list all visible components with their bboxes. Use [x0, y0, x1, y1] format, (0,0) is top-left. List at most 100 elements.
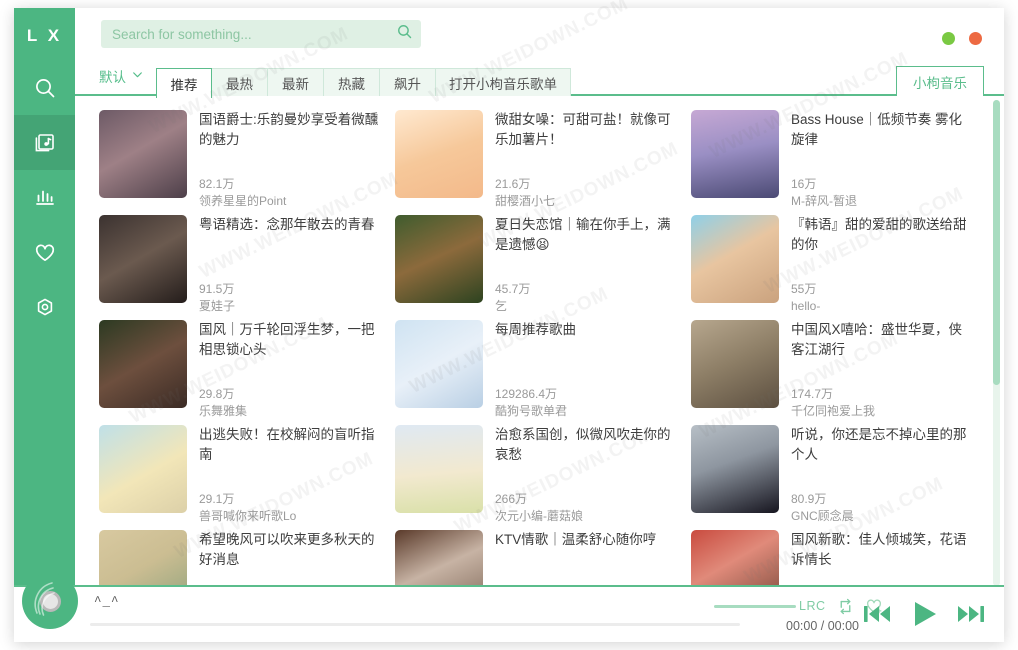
playlist-author: 千亿同袍爱上我	[791, 403, 975, 420]
playlist-title[interactable]: 微甜女噪：可甜可盐！就像可乐加薯片！	[495, 110, 679, 150]
now-playing-title: ^_^	[94, 595, 120, 609]
playlist-cover-image	[99, 425, 187, 513]
playlist-title[interactable]: 出逃失败！在校解闷的盲听指南	[199, 425, 383, 465]
app-logo: L X	[14, 12, 75, 60]
playlist-title[interactable]: 夏日失恋馆｜输在你手上，满是遗憾😫	[495, 215, 679, 255]
sidebar-item-search[interactable]	[14, 60, 75, 115]
search-input[interactable]	[112, 27, 396, 42]
playlist-info: 希望晚风可以吹来更多秋天的好消息	[187, 530, 383, 588]
playlist-author: 酷狗号歌单君	[495, 403, 679, 420]
sort-label: 默认	[99, 66, 126, 86]
playlist-card[interactable]: 每周推荐歌曲 129286.4万酷狗号歌单君	[395, 320, 691, 423]
repeat-icon[interactable]	[837, 598, 854, 615]
playlist-author: 甜樱酒小七	[495, 193, 679, 210]
playlist-title[interactable]: KTV情歌｜温柔舒心随你哼	[495, 530, 679, 550]
playlist-title[interactable]: 中国风X嘻哈：盛世华夏，侠客江湖行	[791, 320, 975, 360]
tab-1[interactable]: 最热	[212, 68, 268, 96]
playlist-card[interactable]: 出逃失败！在校解闷的盲听指南29.1万兽哥喊你来听歌Lo	[99, 425, 395, 528]
playlist-cover-image	[395, 215, 483, 303]
search-bar[interactable]	[101, 20, 421, 48]
sidebar-item-settings[interactable]	[14, 280, 75, 335]
playlist-cover-image	[99, 110, 187, 198]
playlist-card[interactable]: 夏日失恋馆｜输在你手上，满是遗憾😫 45.7万乞	[395, 215, 691, 318]
playlist-cover-image	[395, 530, 483, 588]
tab-source-xiaogou[interactable]: 小枸音乐	[896, 66, 984, 96]
playlist-info: KTV情歌｜温柔舒心随你哼	[483, 530, 679, 588]
playlist-author: 领养星星的Point	[199, 193, 383, 210]
scrollbar-track[interactable]	[993, 100, 1000, 586]
app-window: L X	[0, 0, 1018, 650]
playlist-card[interactable]: 中国风X嘻哈：盛世华夏，侠客江湖行 174.7万千亿同袍爱上我	[691, 320, 987, 423]
tab-strip: 默认 推荐最热最新热藏飙升打开小枸音乐歌单 小枸音乐	[75, 58, 1004, 96]
playlist-card[interactable]: 粤语精选：念那年散去的青春91.5万夏娃子	[99, 215, 395, 318]
sidebar-item-favorites[interactable]	[14, 225, 75, 280]
playlist-info: 国风新歌：佳人倾城笑，花语诉情长	[779, 530, 975, 588]
playlist-title[interactable]: 每周推荐歌曲	[495, 320, 679, 340]
tab-2[interactable]: 最新	[268, 68, 324, 96]
tab-4[interactable]: 飙升	[380, 68, 436, 96]
playlist-play-count: 129286.4万	[495, 386, 679, 403]
tab-list: 默认 推荐最热最新热藏飙升打开小枸音乐歌单	[95, 58, 571, 96]
playlist-grid: 国语爵士:乐韵曼妙享受着微醺的魅力 82.1万领养星星的Point 微甜女噪：可甜可…	[75, 98, 987, 588]
playlist-author: hello-	[791, 298, 975, 315]
playlist-title[interactable]: 治愈系国创，似微风吹走你的哀愁	[495, 425, 679, 465]
playlist-card[interactable]: Bass House｜低频节奏 雾化旋律 16万M-辞风-暂退	[691, 110, 987, 213]
player-transport-controls	[862, 599, 986, 629]
playlist-play-count: 174.7万	[791, 386, 975, 403]
sidebar: L X	[14, 8, 75, 642]
previous-track-icon[interactable]	[862, 601, 892, 627]
sidebar-item-ranking[interactable]	[14, 170, 75, 225]
playlist-title[interactable]: 国风新歌：佳人倾城笑，花语诉情长	[791, 530, 975, 570]
playlist-title[interactable]: 粤语精选：念那年散去的青春	[199, 215, 383, 235]
playlist-author: 乞	[495, 298, 679, 315]
playlist-play-count: 29.1万	[199, 491, 383, 508]
playlist-card[interactable]: 听说，你还是忘不掉心里的那个人80.9万GNC顾念晨	[691, 425, 987, 528]
playlist-author: M-辞风-暂退	[791, 193, 975, 210]
lrc-toggle-button[interactable]: LRC	[799, 599, 826, 613]
playlist-card[interactable]: 国语爵士:乐韵曼妙享受着微醺的魅力 82.1万领养星星的Point	[99, 110, 395, 213]
playlist-play-count: 45.7万	[495, 281, 679, 298]
favorites-heart-icon	[33, 241, 57, 265]
playlist-title[interactable]: 『韩语』甜的爱甜的歌送给甜的你	[791, 215, 975, 255]
playlist-play-count: 82.1万	[199, 176, 383, 193]
playlist-info: 『韩语』甜的爱甜的歌送给甜的你 55万 hello-	[779, 215, 975, 318]
ranking-chart-icon	[33, 186, 57, 210]
tab-5[interactable]: 打开小枸音乐歌单	[436, 68, 571, 96]
playlist-card[interactable]: 治愈系国创，似微风吹走你的哀愁266万次元小编-蘑菇娘	[395, 425, 691, 528]
volume-slider[interactable]	[714, 605, 796, 608]
playlist-play-count: 16万	[791, 176, 975, 193]
playlist-info: 每周推荐歌曲 129286.4万酷狗号歌单君	[483, 320, 679, 423]
play-icon[interactable]	[909, 599, 939, 629]
playlist-info: Bass House｜低频节奏 雾化旋律 16万M-辞风-暂退	[779, 110, 975, 213]
minimize-button[interactable]	[942, 32, 955, 45]
playlist-title[interactable]: 国风｜万千轮回浮生梦，一把相思锁心头	[199, 320, 383, 360]
next-track-icon[interactable]	[956, 601, 986, 627]
playlist-play-count: 55万	[791, 281, 975, 298]
playlist-info: 国语爵士:乐韵曼妙享受着微醺的魅力 82.1万领养星星的Point	[187, 110, 383, 213]
playlist-info: 治愈系国创，似微风吹走你的哀愁266万次元小编-蘑菇娘	[483, 425, 679, 528]
tab-3[interactable]: 热藏	[324, 68, 380, 96]
playlist-cover-image	[99, 530, 187, 588]
playlist-card[interactable]: 希望晚风可以吹来更多秋天的好消息	[99, 530, 395, 588]
playlist-card[interactable]: 微甜女噪：可甜可盐！就像可乐加薯片！21.6万甜樱酒小七	[395, 110, 691, 213]
playlist-title[interactable]: 希望晚风可以吹来更多秋天的好消息	[199, 530, 383, 570]
sidebar-item-music-library[interactable]	[14, 115, 75, 170]
playlist-title[interactable]: 国语爵士:乐韵曼妙享受着微醺的魅力	[199, 110, 383, 150]
scrollbar-thumb[interactable]	[993, 100, 1000, 385]
tab-0[interactable]: 推荐	[156, 68, 212, 98]
playlist-play-count: 29.8万	[199, 386, 383, 403]
playlist-title[interactable]: Bass House｜低频节奏 雾化旋律	[791, 110, 975, 150]
close-button[interactable]	[969, 32, 982, 45]
vinyl-disc-icon[interactable]	[22, 573, 78, 629]
playlist-card[interactable]: 国风新歌：佳人倾城笑，花语诉情长	[691, 530, 987, 588]
playlist-cover-image	[691, 320, 779, 408]
search-icon[interactable]	[396, 23, 413, 45]
playlist-card[interactable]: 国风｜万千轮回浮生梦，一把相思锁心头29.8万乐舞雅集	[99, 320, 395, 423]
playlist-title[interactable]: 听说，你还是忘不掉心里的那个人	[791, 425, 975, 465]
playback-progress-bar[interactable]	[90, 623, 740, 626]
playlist-card[interactable]: KTV情歌｜温柔舒心随你哼	[395, 530, 691, 588]
playlist-cover-image	[691, 215, 779, 303]
playlist-cover-image	[99, 215, 187, 303]
playlist-card[interactable]: 『韩语』甜的爱甜的歌送给甜的你 55万 hello-	[691, 215, 987, 318]
sort-selector[interactable]: 默认	[95, 66, 156, 96]
